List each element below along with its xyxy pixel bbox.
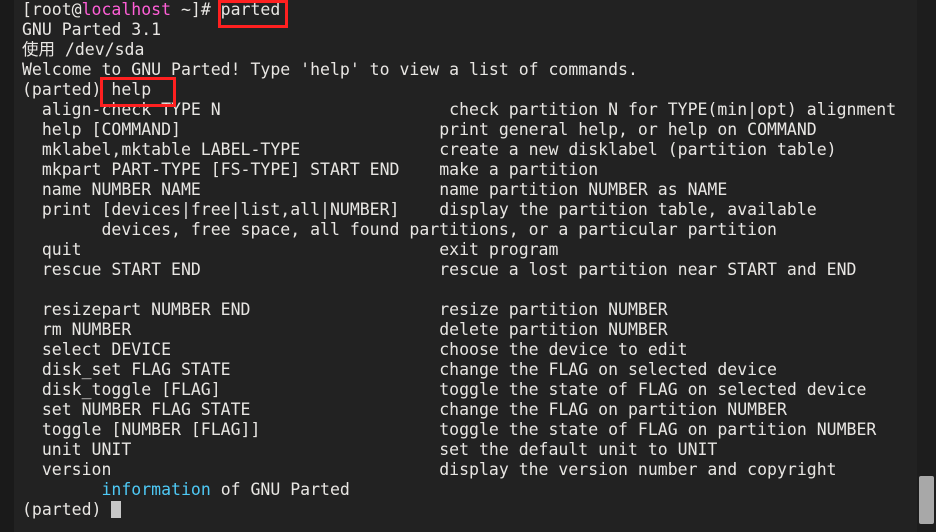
prompt-hostname: localhost [81, 0, 172, 19]
text-cursor [111, 501, 122, 518]
terminal-line-rescue: rescue START END rescue a lost partition… [22, 260, 857, 279]
version-cont-highlight: information [101, 480, 211, 499]
terminal-line-using: 使用 /dev/sda [22, 40, 145, 59]
terminal-line-print-cont: devices, free space, all found partition… [22, 220, 777, 239]
terminal-line-prompt: [root@localhost ~]# parted [22, 0, 280, 20]
terminal-line-parted-help: (parted) help [22, 80, 152, 99]
terminal-line-disk-set: disk_set FLAG STATE change the FLAG on s… [22, 360, 777, 379]
version-cont-rest: of GNU Parted [210, 480, 350, 499]
terminal-line-help: help [COMMAND] print general help, or he… [22, 120, 817, 139]
terminal-line-final-prompt: (parted) [22, 500, 122, 520]
terminal-left-gutter [0, 0, 14, 532]
terminal-line-set: set NUMBER FLAG STATE change the FLAG on… [22, 400, 787, 419]
terminal-line-mklabel: mklabel,mktable LABEL-TYPE create a new … [22, 140, 837, 159]
terminal-scrollbar-thumb[interactable] [919, 476, 934, 524]
version-cont-indent [22, 480, 101, 499]
terminal-scrollbar-track[interactable] [917, 0, 936, 532]
terminal-line-quit: quit exit program [22, 240, 559, 259]
terminal-line-disk-toggle: disk_toggle [FLAG] toggle the state of F… [22, 380, 867, 399]
terminal-line-version-cont: information of GNU Parted [22, 480, 350, 500]
terminal-line-unit: unit UNIT set the default unit to UNIT [22, 440, 718, 459]
terminal-line-align-check: align-check TYPE N check partition N for… [22, 100, 897, 119]
terminal-line-welcome: Welcome to GNU Parted! Type 'help' to vi… [22, 60, 638, 79]
terminal-line-mkpart: mkpart PART-TYPE [FS-TYPE] START END mak… [22, 160, 599, 179]
prompt-prefix: [root@ [22, 0, 82, 19]
prompt-command: ~]# parted [171, 0, 281, 19]
terminal-line-print: print [devices|free|list,all|NUMBER] dis… [22, 200, 817, 219]
terminal-screen[interactable]: [root@localhost ~]# parted GNU Parted 3.… [14, 0, 917, 532]
terminal-line-select: select DEVICE choose the device to edit [22, 340, 688, 359]
terminal-line-version-cmd: version display the version number and c… [22, 460, 837, 479]
terminal-window: [root@localhost ~]# parted GNU Parted 3.… [0, 0, 936, 532]
terminal-line-rm: rm NUMBER delete partition NUMBER [22, 320, 668, 339]
terminal-line-version: GNU Parted 3.1 [22, 20, 162, 39]
terminal-line-name: name NUMBER NAME name partition NUMBER a… [22, 180, 728, 199]
terminal-line-toggle: toggle [NUMBER [FLAG]] toggle the state … [22, 420, 877, 439]
final-prompt-text: (parted) [22, 500, 112, 519]
terminal-line-resizepart: resizepart NUMBER END resize partition N… [22, 300, 668, 319]
